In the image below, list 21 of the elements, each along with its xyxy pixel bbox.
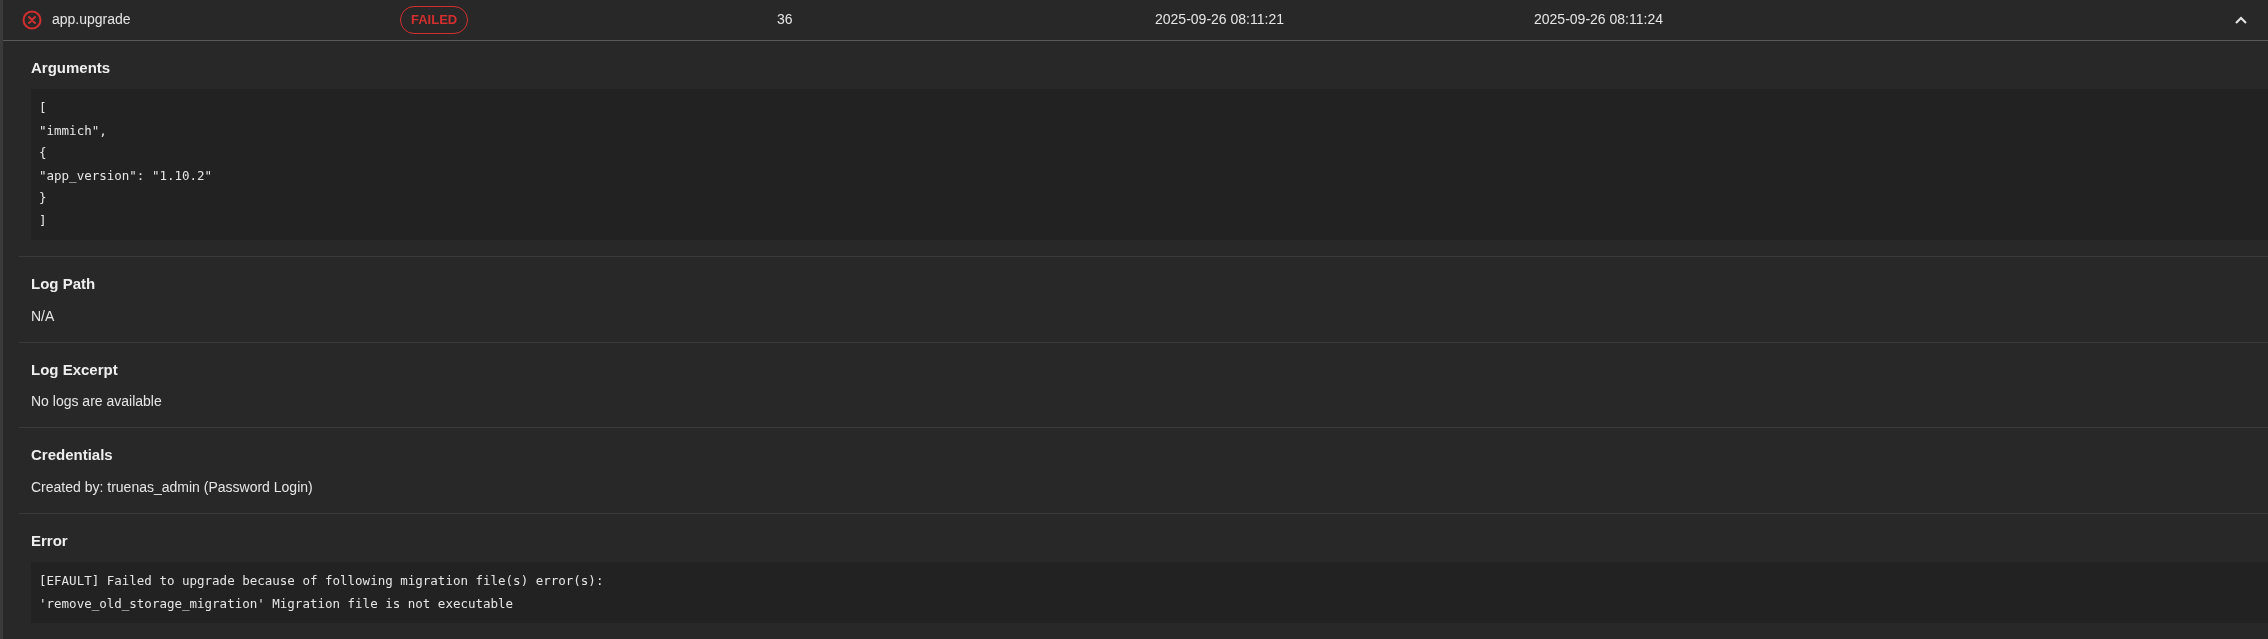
code-line: { [39,144,48,162]
table-cell-text: 2025-09-26 08:11:24 [1534,10,1663,30]
section-text: Created by: truenas_admin (Password Login) [31,477,314,497]
section-text: No logs are available [31,392,163,411]
code-line: "immich", [39,121,108,140]
code-line: "app_version": "1.10.2" [39,166,214,185]
code-line: [ [39,99,48,117]
table-cell-text: 2025-09-26 08:11:21 [1155,10,1284,30]
section-title: Error [31,530,69,551]
collapse-icon[interactable] [2235,15,2247,24]
job-name: app.upgrade [52,10,131,30]
section-text: N/A [31,306,56,326]
code-line: [EFAULT] Failed to upgrade because of following migration file(s) error(s): [39,572,605,590]
code-line: ] [39,211,48,230]
section-title: Arguments [31,57,112,78]
table-cell-text: 36 [777,10,793,30]
section-title: Log Excerpt [31,359,119,380]
code-line: 'remove_old_storage_migration' Migration file is not executable [39,594,515,613]
code-line: } [39,189,48,207]
section-title: Log Path [31,274,97,294]
section-title: Credentials [31,445,114,465]
